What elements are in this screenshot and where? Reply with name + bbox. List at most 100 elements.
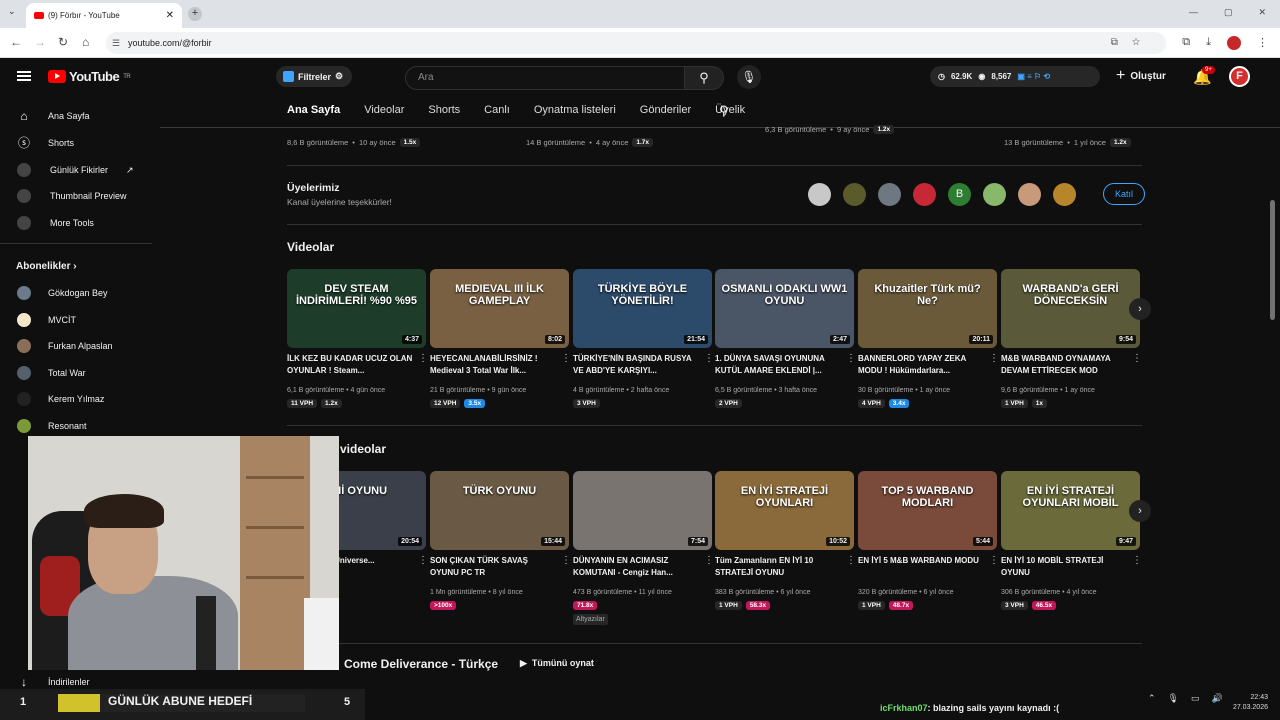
more-options-icon[interactable]: ⋮ xyxy=(561,353,571,364)
more-options-icon[interactable]: ⋮ xyxy=(418,353,428,364)
video-title[interactable]: 1. DÜNYA SAVAŞI OYUNUNA KUTÜL AMARE EKLE… xyxy=(715,353,843,377)
tab-search-chevron-icon[interactable]: ⌄ xyxy=(8,6,16,17)
video-thumbnail[interactable]: WARBAND'a GERİ DÖNECEKSİN 9:54 xyxy=(1001,269,1140,348)
forward-icon[interactable]: → xyxy=(34,35,46,49)
taskbar-clock[interactable]: 22:43 27.03.2026 xyxy=(1228,693,1268,713)
subscriptions-heading[interactable]: Abonelikler › xyxy=(16,261,77,272)
member-avatar[interactable]: B xyxy=(948,183,971,206)
join-button[interactable]: Katıl xyxy=(1103,183,1145,205)
playlist-title[interactable]: Come Deliverance - Türkçe xyxy=(344,657,498,671)
more-options-icon[interactable]: ⋮ xyxy=(1132,353,1142,364)
account-avatar[interactable]: F xyxy=(1229,66,1250,87)
video-title[interactable]: TÜRKİYE'NİN BAŞINDA RUSYA VE ABD'YE KARŞ… xyxy=(573,353,701,377)
sidebar-sub-kerem[interactable]: Kerem Yılmaz xyxy=(0,386,155,412)
sidebar-item-shorts[interactable]: ⓢ Shorts xyxy=(0,130,155,156)
filters-button[interactable]: Filtreler ⚙ xyxy=(276,66,352,87)
video-title[interactable]: M&B WARBAND OYNAMAYA DEVAM ETTİRECEK MOD xyxy=(1001,353,1129,377)
display-icon[interactable]: ▭ xyxy=(1191,693,1200,704)
sidebar-sub-mvcit[interactable]: MVCİT xyxy=(0,307,155,333)
video-thumbnail[interactable]: MEDIEVAL III İLK GAMEPLAY 8:02 xyxy=(430,269,569,348)
sidebar-item-daily-ideas[interactable]: Günlük Fikirler ↗ xyxy=(0,157,155,183)
tab-live[interactable]: Canlı xyxy=(484,104,510,116)
member-avatar[interactable] xyxy=(808,183,831,206)
video-thumbnail[interactable]: TOP 5 WARBAND MODLARI 5:44 xyxy=(858,471,997,550)
sidebar-sub-totalwar[interactable]: Total War xyxy=(0,360,155,386)
close-tab-icon[interactable]: ✕ xyxy=(166,10,174,21)
section-title-popular[interactable]: videolar xyxy=(340,442,386,456)
more-options-icon[interactable]: ⋮ xyxy=(846,353,856,364)
search-button[interactable]: ⚲ xyxy=(684,66,724,90)
back-icon[interactable]: ← xyxy=(10,35,22,49)
video-thumbnail[interactable]: EN İYİ STRATEJİ OYUNLARI 10:52 xyxy=(715,471,854,550)
video-thumbnail[interactable]: TÜRK OYUNU 15:44 xyxy=(430,471,569,550)
download-icon[interactable]: ⤓ xyxy=(1206,36,1211,50)
video-thumbnail[interactable]: Khuzaitler Türk mü? Ne? 20:11 xyxy=(858,269,997,348)
next-arrow-button[interactable]: › xyxy=(1129,500,1151,522)
video-thumbnail[interactable]: TÜRKİYE BÖYLE YÖNETİLİR! 21:54 xyxy=(573,269,712,348)
tab-shorts[interactable]: Shorts xyxy=(428,104,460,116)
new-tab-button[interactable]: + xyxy=(188,7,202,21)
sidebar-item-home[interactable]: ⌂ Ana Sayfa xyxy=(0,103,155,129)
more-options-icon[interactable]: ⋮ xyxy=(846,555,856,566)
profile-avatar[interactable] xyxy=(1227,36,1241,50)
video-title[interactable]: HEYECANLANABİLİRSİNİZ ! Medieval 3 Total… xyxy=(430,353,558,377)
member-avatar[interactable] xyxy=(843,183,866,206)
address-bar[interactable]: ☰ youtube.com/@forbir ⧉☆ xyxy=(106,32,1166,54)
voice-search-button[interactable]: 🎙 xyxy=(737,65,761,89)
more-options-icon[interactable]: ⋮ xyxy=(989,353,999,364)
reload-icon[interactable]: ↻ xyxy=(58,35,68,49)
tab-videos[interactable]: Videolar xyxy=(364,104,404,116)
next-arrow-button[interactable]: › xyxy=(1129,298,1151,320)
video-title[interactable]: EN İYİ 5 M&B WARBAND MODU xyxy=(858,555,986,567)
video-title[interactable]: DÜNYANIN EN ACIMASIZ KOMUTANI - Cengiz H… xyxy=(573,555,701,579)
more-options-icon[interactable]: ⋮ xyxy=(1132,555,1142,566)
video-thumbnail[interactable]: OSMANLI ODAKLI WW1 OYUNU 2:47 xyxy=(715,269,854,348)
search-input[interactable]: Ara xyxy=(405,66,685,90)
mic-tray-icon[interactable]: 🎙 xyxy=(1168,693,1179,704)
video-title[interactable]: İLK KEZ BU KADAR UCUZ OLAN OYUNLAR ! Ste… xyxy=(287,353,415,377)
youtube-logo[interactable]: YouTube TR xyxy=(48,69,131,84)
video-title[interactable]: SON ÇIKAN TÜRK SAVAŞ OYUNU PC TR xyxy=(430,555,558,579)
extensions-icon[interactable]: ⧉ xyxy=(1182,36,1190,50)
play-all-button[interactable]: ▶ Tümünü oynat xyxy=(520,658,594,669)
member-avatar[interactable] xyxy=(983,183,1006,206)
member-avatar[interactable] xyxy=(913,183,936,206)
more-options-icon[interactable]: ⋮ xyxy=(989,555,999,566)
video-thumbnail[interactable]: DEV STEAM İNDİRİMLERİ! %90 %95 4:37 xyxy=(287,269,426,348)
video-thumbnail[interactable]: EN İYİ STRATEJİ OYUNLARI MOBİL 9:47 xyxy=(1001,471,1140,550)
sidebar-item-more-tools[interactable]: More Tools xyxy=(0,210,155,236)
video-title[interactable]: Tüm Zamanların EN İYİ 10 STRATEJİ OYUNU xyxy=(715,555,843,579)
create-button[interactable]: + Oluştur xyxy=(1116,67,1166,85)
bookmark-icon[interactable]: ⧉☆ xyxy=(1111,32,1154,54)
menu-icon[interactable] xyxy=(17,71,31,81)
sidebar-sub-furkan[interactable]: Furkan Alpaslan xyxy=(0,333,155,359)
channel-search-icon[interactable]: ⚲ xyxy=(719,103,729,119)
member-avatar[interactable] xyxy=(1018,183,1041,206)
maximize-icon[interactable]: ▢ xyxy=(1224,7,1233,18)
close-window-icon[interactable]: ✕ xyxy=(1258,7,1266,18)
more-options-icon[interactable]: ⋮ xyxy=(418,555,428,566)
section-title-videos[interactable]: Videolar xyxy=(287,240,334,254)
minimize-icon[interactable]: — xyxy=(1189,7,1198,18)
chevron-up-icon[interactable]: ⌃ xyxy=(1148,693,1156,704)
more-options-icon[interactable]: ⋮ xyxy=(561,555,571,566)
tab-playlists[interactable]: Oynatma listeleri xyxy=(534,104,616,116)
member-avatar[interactable] xyxy=(1053,183,1076,206)
browser-menu-icon[interactable]: ⋮ xyxy=(1257,36,1268,50)
channel-stats-widget[interactable]: ◷ 62.9K ◉ 8,567 ▣ ≡ ⚐ ⟲ xyxy=(930,66,1100,87)
more-options-icon[interactable]: ⋮ xyxy=(704,353,714,364)
sidebar-item-thumbnail-preview[interactable]: Thumbnail Preview xyxy=(0,183,155,209)
sidebar-sub-gokdogan[interactable]: Gökdogan Bey xyxy=(0,280,155,306)
scrollbar[interactable] xyxy=(1270,200,1275,320)
video-title[interactable]: BANNERLORD YAPAY ZEKA MODU ! Hükümdarlar… xyxy=(858,353,986,377)
tab-home[interactable]: Ana Sayfa xyxy=(287,104,340,116)
video-thumbnail[interactable]: 7:54 xyxy=(573,471,712,550)
browser-tab[interactable]: (9) Förbır - YouTube ✕ xyxy=(26,3,182,28)
site-info-icon[interactable]: ☰ xyxy=(112,32,120,54)
member-avatar[interactable] xyxy=(878,183,901,206)
home-browser-icon[interactable]: ⌂ xyxy=(82,35,89,49)
tab-posts[interactable]: Gönderiler xyxy=(640,104,691,116)
video-title[interactable]: EN İYİ 10 MOBİL STRATEJİ OYUNU xyxy=(1001,555,1129,579)
volume-icon[interactable]: 🔊 xyxy=(1212,693,1223,704)
more-options-icon[interactable]: ⋮ xyxy=(704,555,714,566)
